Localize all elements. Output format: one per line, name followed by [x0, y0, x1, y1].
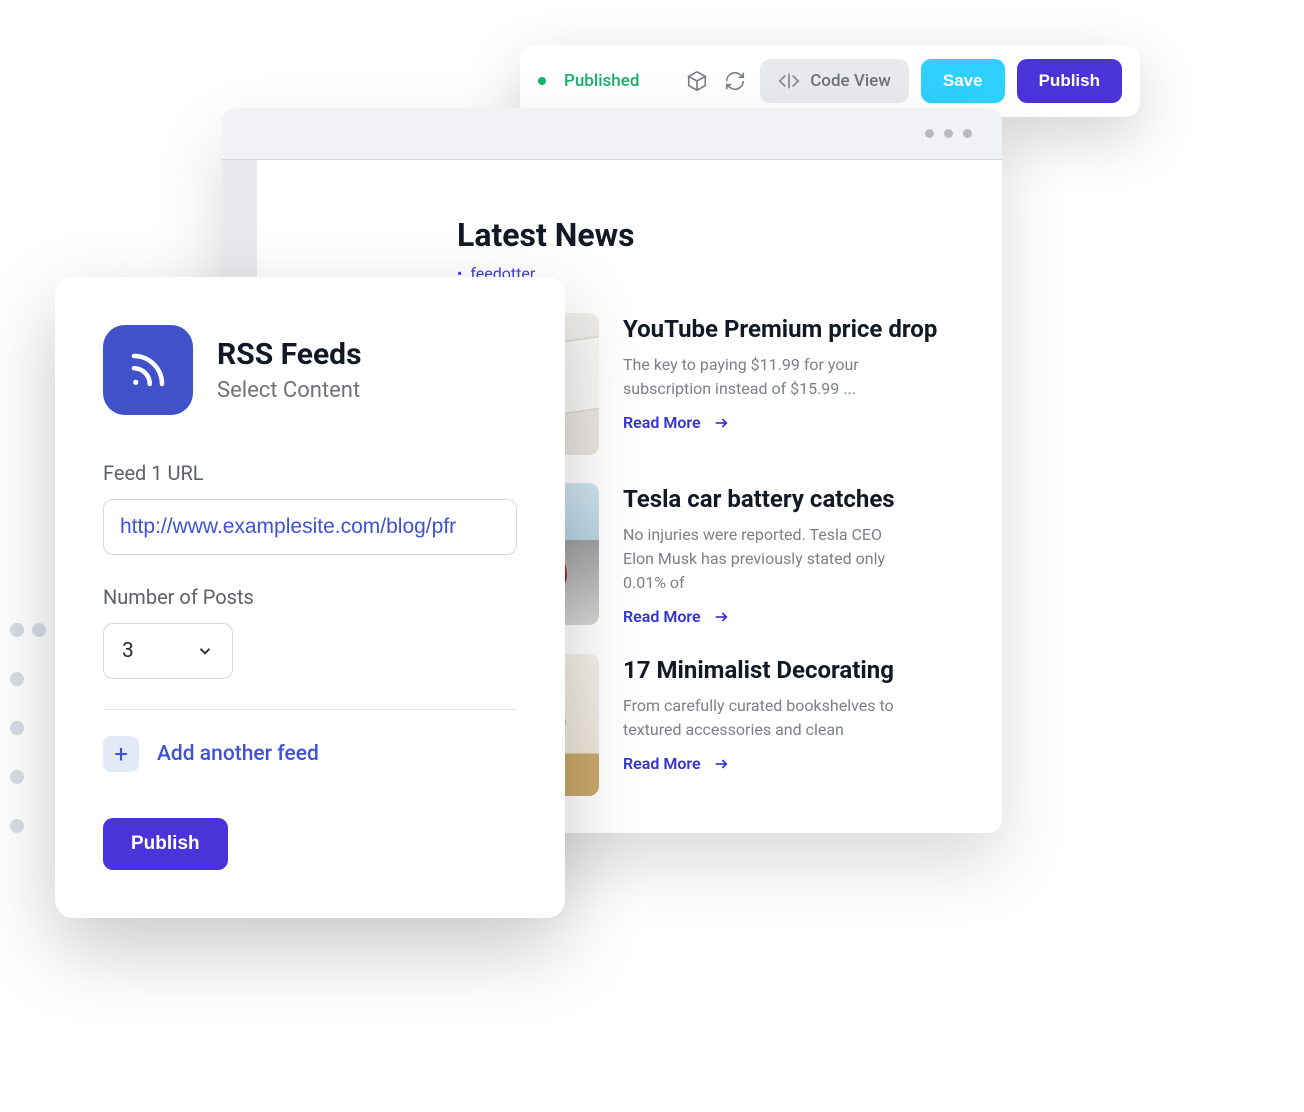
arrow-right-icon [713, 609, 729, 625]
window-dot-icon [925, 129, 934, 138]
editor-toolbar: Published Code View Save Publish [520, 45, 1140, 117]
panel-title: RSS Feeds [217, 337, 361, 372]
chevron-down-icon [196, 642, 214, 660]
news-title: 17 Minimalist Decorating [623, 656, 913, 684]
feed-url-label: Feed 1 URL [103, 461, 517, 485]
rss-icon [103, 325, 193, 415]
read-more-label: Read More [623, 754, 701, 773]
read-more-link[interactable]: Read More [623, 607, 729, 626]
read-more-label: Read More [623, 413, 701, 432]
preview-titlebar [222, 108, 1002, 160]
publish-button[interactable]: Publish [1017, 59, 1122, 103]
code-icon [778, 70, 800, 92]
cube-icon[interactable] [684, 68, 710, 94]
status-label: Published [564, 71, 639, 91]
divider [103, 709, 517, 710]
feed-url-input[interactable] [103, 499, 517, 555]
decorative-dots-row [10, 623, 46, 637]
num-posts-value: 3 [122, 639, 134, 663]
code-view-toggle[interactable]: Code View [760, 59, 909, 103]
news-title: YouTube Premium price drop [623, 315, 937, 343]
window-dot-icon [944, 129, 953, 138]
code-view-label: Code View [810, 71, 891, 91]
plus-icon: + [103, 736, 139, 772]
news-title: Tesla car battery catches [623, 485, 913, 513]
panel-publish-button[interactable]: Publish [103, 818, 228, 870]
refresh-icon[interactable] [722, 68, 748, 94]
news-excerpt: From carefully curated bookshelves to te… [623, 694, 913, 742]
rss-config-panel: RSS Feeds Select Content Feed 1 URL Numb… [55, 277, 565, 918]
num-posts-label: Number of Posts [103, 585, 517, 609]
read-more-label: Read More [623, 607, 701, 626]
news-excerpt: The key to paying $11.99 for your subscr… [623, 353, 913, 401]
window-dot-icon [963, 129, 972, 138]
news-excerpt: No injuries were reported. Tesla CEO Elo… [623, 523, 913, 595]
panel-subtitle: Select Content [217, 378, 361, 403]
arrow-right-icon [713, 415, 729, 431]
decorative-dots-vertical [10, 623, 24, 833]
read-more-link[interactable]: Read More [623, 413, 729, 432]
save-button[interactable]: Save [921, 59, 1005, 103]
add-feed-button[interactable]: + Add another feed [103, 736, 517, 772]
add-feed-label: Add another feed [157, 742, 319, 766]
preview-heading: Latest News [457, 216, 972, 254]
arrow-right-icon [713, 756, 729, 772]
num-posts-select[interactable]: 3 [103, 623, 233, 679]
status-dot-icon [538, 77, 546, 85]
read-more-link[interactable]: Read More [623, 754, 729, 773]
